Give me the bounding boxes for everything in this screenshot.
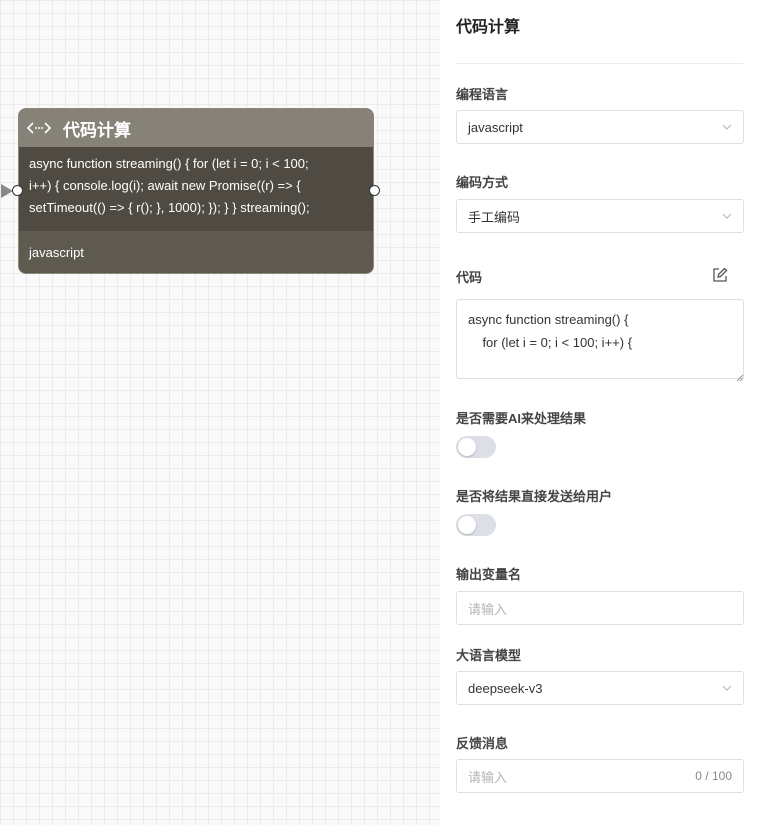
resize-handle-icon[interactable] (736, 369, 744, 382)
node-header[interactable]: 代码计算 (19, 109, 373, 147)
feedback-counter: 0 / 100 (695, 769, 732, 783)
panel-title: 代码计算 (456, 0, 743, 64)
chevron-down-icon (722, 122, 732, 132)
code-node[interactable]: 代码计算 async function streaming() { for (l… (1, 108, 380, 274)
llm-label: 大语言模型 (456, 648, 522, 663)
ai-process-toggle[interactable] (456, 436, 496, 458)
feedback-placeholder: 请输入 (468, 769, 508, 785)
properties-panel: 代码计算 编程语言 javascript 编码方式 手工编码 代码 async … (440, 0, 759, 825)
feedback-input[interactable]: 请输入 0 / 100 (456, 759, 744, 793)
coding-mode-select[interactable]: 手工编码 (456, 199, 744, 233)
code-icon (27, 120, 51, 136)
output-var-label: 输出变量名 (456, 567, 522, 582)
output-port[interactable] (369, 185, 380, 196)
send-to-user-toggle[interactable] (456, 514, 496, 536)
workflow-canvas[interactable]: 代码计算 async function streaming() { for (l… (0, 0, 440, 825)
edit-icon[interactable] (712, 267, 728, 283)
code-preview-line: setTimeout(() => { r(); }, 1000); }); } … (29, 200, 310, 215)
node-language: javascript (19, 231, 373, 273)
code-textarea[interactable]: async function streaming() { for (let i … (456, 299, 744, 379)
input-port[interactable] (12, 185, 23, 196)
feedback-label: 反馈消息 (456, 736, 509, 751)
toggle-knob (458, 516, 476, 534)
code-label: 代码 (456, 270, 483, 285)
chevron-down-icon (722, 211, 732, 221)
toggle-knob (458, 438, 476, 456)
language-select[interactable]: javascript (456, 110, 744, 144)
llm-value: deepseek-v3 (468, 680, 543, 696)
code-preview-line: async function streaming() { for (let i … (29, 156, 309, 171)
coding-mode-label: 编码方式 (456, 175, 509, 190)
node-code-preview: async function streaming() { for (let i … (19, 147, 373, 231)
llm-select[interactable]: deepseek-v3 (456, 671, 744, 705)
code-preview-line: i++) { console.log(i); await new Promise… (29, 178, 301, 193)
language-value: javascript (468, 119, 523, 135)
ai-process-label: 是否需要AI来处理结果 (456, 411, 587, 426)
coding-mode-value: 手工编码 (468, 209, 521, 225)
chevron-down-icon (722, 683, 732, 693)
output-var-placeholder: 请输入 (468, 601, 508, 617)
node-title: 代码计算 (63, 120, 131, 140)
language-label: 编程语言 (456, 87, 509, 102)
output-var-input[interactable]: 请输入 (456, 591, 744, 625)
send-to-user-label: 是否将结果直接发送给用户 (456, 489, 613, 504)
